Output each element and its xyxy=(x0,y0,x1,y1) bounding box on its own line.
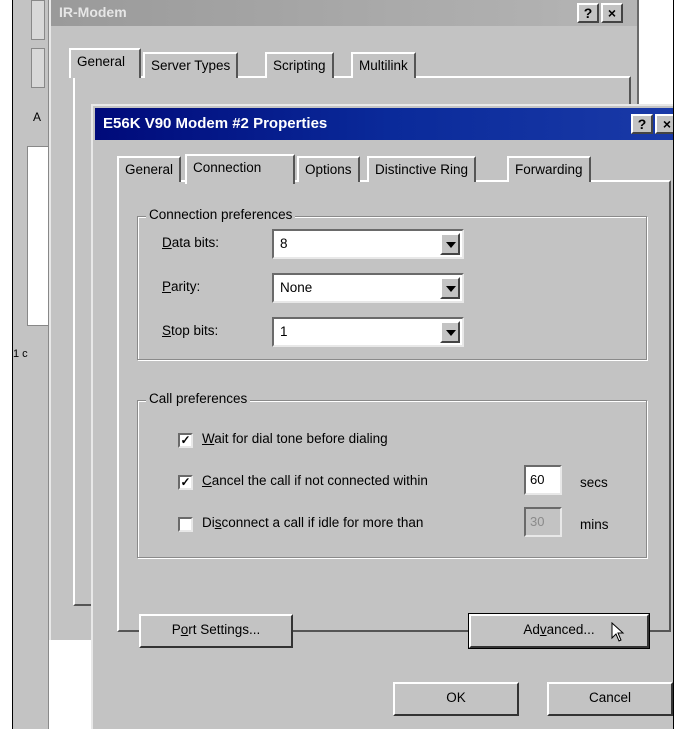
cancel-accel: C xyxy=(202,473,212,488)
background-close-button[interactable]: × xyxy=(601,3,623,23)
port-pre: P xyxy=(171,622,181,637)
chevron-down-icon[interactable] xyxy=(440,321,460,343)
data-bits-label-rest: ata bits: xyxy=(171,235,220,250)
stop-bits-label-accel: S xyxy=(162,323,172,338)
chevron-down-icon[interactable] xyxy=(440,233,460,255)
tab-label: Server Types xyxy=(151,58,231,73)
parity-label: Parity: xyxy=(162,279,200,294)
secs-unit-label: secs xyxy=(580,475,608,490)
cancel-call-label[interactable]: Cancel the call if not connected within xyxy=(202,473,428,488)
advanced-button[interactable]: Advanced... xyxy=(468,613,650,649)
parity-label-rest: arity: xyxy=(171,279,201,294)
stop-bits-label: Stop bits: xyxy=(162,323,218,338)
tab-label: General xyxy=(125,162,174,177)
background-tab-multilink[interactable]: Multilink xyxy=(351,52,416,78)
cancel-rest: ancel the call if not connected within xyxy=(211,473,428,488)
background-tab-server-types[interactable]: Server Types xyxy=(143,52,239,78)
underlying-app-strip: A 1 c xyxy=(13,0,49,729)
disconnect-rest: connect a call if idle for more than xyxy=(221,515,424,530)
background-tab-scripting[interactable]: Scripting xyxy=(265,52,334,78)
data-bits-select[interactable]: 8 xyxy=(272,229,464,259)
port-settings-button[interactable]: Port Settings... xyxy=(139,614,293,648)
wait-accel: W xyxy=(202,431,215,446)
stop-bits-select[interactable]: 1 xyxy=(272,317,464,347)
background-help-button[interactable]: ? xyxy=(577,3,599,23)
dialog-close-button[interactable]: × xyxy=(655,114,673,134)
stop-bits-label-rest: top bits: xyxy=(171,323,219,338)
disconnect-idle-label[interactable]: Disconnect a call if idle for more than xyxy=(202,515,423,530)
wait-dial-tone-label[interactable]: Wait for dial tone before dialing xyxy=(202,431,388,446)
cancel-button[interactable]: Cancel xyxy=(547,682,673,716)
tab-label: Options xyxy=(305,162,352,177)
data-bits-label-accel: D xyxy=(162,235,172,250)
wait-rest: ait for dial tone before dialing xyxy=(214,431,388,446)
advanced-rest: anced... xyxy=(546,622,595,637)
tab-forwarding[interactable]: Forwarding xyxy=(507,156,591,182)
background-tab-general[interactable]: General xyxy=(69,48,141,78)
strip-element xyxy=(31,0,45,40)
background-window-titlebar: IR-Modem xyxy=(51,0,637,26)
tab-label: Connection xyxy=(193,160,262,175)
modem-properties-dialog: E56K V90 Modem #2 Properties ? × General… xyxy=(91,104,673,729)
tab-connection[interactable]: Connection xyxy=(185,154,295,184)
strip-glyph: 1 c xyxy=(13,348,28,360)
chevron-down-icon[interactable] xyxy=(440,277,460,299)
tab-label: Multilink xyxy=(359,58,408,73)
strip-list xyxy=(27,146,49,326)
data-bits-label: Data bits: xyxy=(162,235,219,250)
tab-options[interactable]: Options xyxy=(297,156,360,182)
cancel-call-seconds-input[interactable]: 60 xyxy=(524,465,562,495)
advanced-accel: v xyxy=(539,622,547,637)
dialog-help-button[interactable]: ? xyxy=(631,114,653,134)
tab-label: Forwarding xyxy=(515,162,583,177)
strip-element xyxy=(31,48,45,88)
disconnect-idle-minutes-input[interactable]: 30 xyxy=(524,507,562,537)
parity-label-accel: P xyxy=(162,279,172,294)
dialog-title: E56K V90 Modem #2 Properties xyxy=(103,115,328,132)
stop-bits-value: 1 xyxy=(280,324,288,339)
call-preferences-label: Call preferences xyxy=(146,391,251,406)
tab-general[interactable]: General xyxy=(117,156,182,182)
mins-unit-label: mins xyxy=(580,517,609,532)
dialog-titlebar: E56K V90 Modem #2 Properties xyxy=(95,108,673,140)
tab-label: General xyxy=(77,54,126,69)
ok-button[interactable]: OK xyxy=(393,682,519,716)
strip-glyph: A xyxy=(33,110,42,124)
parity-value: None xyxy=(280,280,313,295)
connection-preferences-label: Connection preferences xyxy=(146,207,296,222)
port-rest: rt Settings... xyxy=(188,622,261,637)
call-preferences-group: Call preferences ✓ Wait for dial tone be… xyxy=(137,391,647,558)
advanced-pre: Ad xyxy=(523,622,540,637)
disconnect-idle-checkbox[interactable] xyxy=(178,517,193,532)
disconnect-accel: s xyxy=(214,515,222,530)
disconnect-pre: Di xyxy=(202,515,215,530)
background-window-title: IR-Modem xyxy=(59,4,127,20)
wait-dial-tone-checkbox[interactable]: ✓ xyxy=(178,433,193,448)
data-bits-value: 8 xyxy=(280,236,288,251)
tab-distinctive-ring[interactable]: Distinctive Ring xyxy=(367,156,477,182)
cancel-call-checkbox[interactable]: ✓ xyxy=(178,475,193,490)
tab-label: Scripting xyxy=(273,58,326,73)
connection-preferences-group: Connection preferences Data bits: 8 Pari… xyxy=(137,207,647,360)
parity-select[interactable]: None xyxy=(272,273,464,303)
screenshot-frame: A 1 c IR-Modem ? × General Server Types … xyxy=(12,0,674,729)
mouse-pointer-icon xyxy=(611,622,625,642)
tab-label: Distinctive Ring xyxy=(375,162,469,177)
